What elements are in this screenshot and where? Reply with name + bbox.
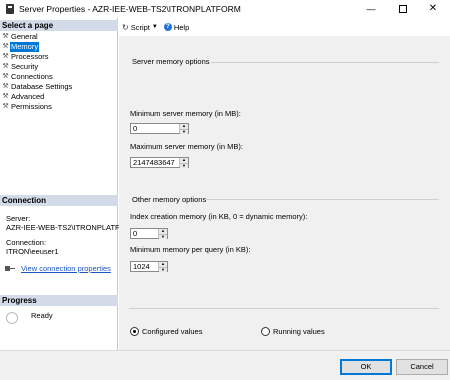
configured-values-label: Configured values [142,327,203,336]
configured-values-radio[interactable] [130,327,139,336]
spinner-arrows: ▲ ▼ [158,261,167,272]
page-list: ⚒ General ⚒ Memory ⚒ Processors ⚒ Security ⚒… [1,32,73,112]
group-divider [129,308,439,309]
page-item-label: Database Settings [11,82,73,91]
page-item-label: Permissions [11,102,52,111]
wrench-icon: ⚒ [2,93,9,100]
dialog-button-bar: OK Cancel [0,350,450,380]
help-icon: ? [163,23,172,31]
minimize-button[interactable]: — [358,1,384,17]
page-item-label: Processors [11,52,49,61]
spin-down-button[interactable]: ▼ [159,266,167,272]
script-label: Script [130,22,150,32]
min-memory-per-query-label: Minimum memory per query (in KB): [130,245,251,254]
page-item-connections[interactable]: ⚒ Connections [1,72,73,82]
connection-header: Connection [0,195,118,206]
connection-info: Server: AZR-IEE-WEB-TS2\ITRONPLATF Conne… [6,214,120,256]
server-label: Server: [6,214,31,223]
progress-status: Ready [31,311,53,320]
configured-values-option[interactable]: Configured values [130,327,202,336]
right-pane: ↻ Script ▼ ? Help Server memory options … [119,18,450,350]
help-label: Help [173,22,190,32]
title-bar: Server Properties - AZR-IEE-WEB-TS2\ITRO… [0,0,450,18]
progress-spinner-icon [6,312,18,324]
connection-value: ITRON\eeuser1 [6,247,59,256]
server-memory-group-title: Server memory options [132,57,210,66]
page-item-label: Connections [11,72,53,81]
server-value: AZR-IEE-WEB-TS2\ITRONPLATF [6,223,120,232]
page-item-advanced[interactable]: ⚒ Advanced [1,92,73,102]
min-memory-per-query-value: 1024 [133,262,150,271]
script-button[interactable]: ↻ Script ▼ [122,23,158,32]
running-values-radio[interactable] [261,327,270,336]
script-icon: ↻ [122,22,129,32]
spinner-arrows: ▲ ▼ [158,228,167,239]
max-server-memory-input[interactable]: 2147483647 ▲ ▼ [130,157,189,168]
page-item-label: Security [11,62,39,71]
group-divider [211,62,439,63]
spin-down-button[interactable]: ▼ [159,233,167,239]
view-connection-properties-link[interactable]: View connection properties [21,264,111,273]
spinner-arrows: ▲ ▼ [179,123,188,134]
min-server-memory-value: 0 [133,124,138,133]
other-memory-group-title: Other memory options [132,195,207,204]
left-pane: Select a page ⚒ General ⚒ Memory ⚒ Processo… [0,18,120,350]
wrench-icon: ⚒ [2,103,9,110]
running-values-option[interactable]: Running values [261,327,325,336]
min-server-memory-label: Minimum server memory (in MB): [130,109,241,118]
window-title: Server Properties - AZR-IEE-WEB-TS2\ITRO… [19,4,241,14]
help-button[interactable]: ? Help [163,22,190,32]
page-item-memory[interactable]: ⚒ Memory [1,42,73,52]
page-item-label: General [11,32,38,41]
running-values-label: Running values [273,327,325,336]
page-item-general[interactable]: ⚒ General [1,32,73,42]
group-divider [206,199,439,200]
progress-header: Progress [0,295,118,306]
wrench-icon: ⚒ [2,53,9,60]
index-creation-memory-value: 0 [133,229,138,238]
ok-button[interactable]: OK [340,359,392,375]
max-server-memory-value: 2147483647 [133,158,175,167]
spin-down-button[interactable]: ▼ [180,128,188,134]
min-server-memory-input[interactable]: 0 ▲ ▼ [130,123,189,134]
wrench-icon: ⚒ [2,33,9,40]
plug-icon [4,263,16,273]
maximize-button[interactable] [390,1,416,17]
spin-down-button[interactable]: ▼ [180,162,188,168]
connection-label: Connection: [6,238,47,247]
maximize-icon [399,4,407,13]
select-page-header: Select a page [0,20,118,31]
connection-properties-row: View connection properties [4,263,111,273]
spinner-arrows: ▲ ▼ [179,157,188,168]
wrench-icon: ⚒ [2,43,9,50]
cancel-button[interactable]: Cancel [396,359,448,375]
index-creation-memory-label: Index creation memory (in KB, 0 = dynami… [130,212,308,221]
page-item-label: Memory [10,42,40,52]
chevron-down-icon: ▼ [151,24,158,30]
wrench-icon: ⚒ [2,83,9,90]
min-memory-per-query-input[interactable]: 1024 ▲ ▼ [130,261,168,272]
page-item-permissions[interactable]: ⚒ Permissions [1,102,73,112]
app-icon [6,4,14,14]
wrench-icon: ⚒ [2,63,9,70]
page-item-label: Advanced [11,92,45,101]
page-item-security[interactable]: ⚒ Security [1,62,73,72]
close-button[interactable]: ✕ [420,1,446,17]
wrench-icon: ⚒ [2,73,9,80]
page-item-database-settings[interactable]: ⚒ Database Settings [1,82,73,92]
page-item-processors[interactable]: ⚒ Processors [1,52,73,62]
max-server-memory-label: Maximum server memory (in MB): [130,142,243,151]
index-creation-memory-input[interactable]: 0 ▲ ▼ [130,228,168,239]
toolbar: ↻ Script ▼ ? Help [119,18,450,36]
